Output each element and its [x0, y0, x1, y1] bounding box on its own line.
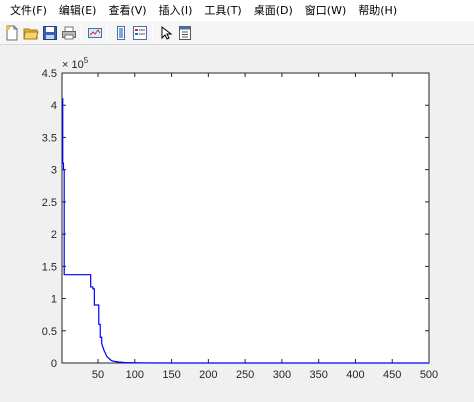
- y-tick-label: 2.5: [42, 197, 57, 209]
- link-plot-icon[interactable]: [111, 23, 130, 42]
- open-folder-icon[interactable]: [21, 23, 40, 42]
- x-tick-label: 400: [346, 369, 364, 381]
- menu-window[interactable]: 窗口(W): [299, 2, 352, 18]
- x-tick-label: 100: [126, 369, 144, 381]
- edit-plot-cursor-icon[interactable]: [156, 23, 175, 42]
- menu-tools[interactable]: 工具(T): [198, 2, 247, 18]
- x-tick-label: 350: [309, 369, 327, 381]
- y-tick-label: 3.5: [42, 132, 57, 144]
- property-inspector-icon[interactable]: [175, 23, 194, 42]
- print-preview-icon[interactable]: [85, 23, 104, 42]
- y-tick-label: 0.5: [42, 326, 57, 338]
- y-tick-label: 0: [51, 358, 57, 370]
- menu-bar: 文件(F) 编辑(E) 查看(V) 插入(I) 工具(T) 桌面(D) 窗口(W…: [0, 0, 474, 20]
- menu-desktop[interactable]: 桌面(D): [248, 2, 299, 18]
- menu-file[interactable]: 文件(F): [4, 2, 53, 18]
- y-tick-label: 4.5: [42, 68, 57, 80]
- new-file-icon[interactable]: [2, 23, 21, 42]
- y-tick-label: 2: [51, 229, 57, 241]
- y-tick-label: 3: [51, 165, 57, 177]
- toolbar-separator: [107, 23, 108, 42]
- y-tick-label: 1.5: [42, 261, 57, 273]
- axes-background: [61, 72, 430, 364]
- x-tick-label: 150: [162, 369, 180, 381]
- y-tick-label: 4: [51, 100, 57, 112]
- menu-edit[interactable]: 编辑(E): [53, 2, 103, 18]
- x-tick-label: 50: [92, 369, 104, 381]
- toolbar-separator: [152, 23, 153, 42]
- insert-colorbar-icon[interactable]: [130, 23, 149, 42]
- line-plot[interactable]: 50 100 150 200 250 300 350 400 450 500 0 0.5 1 1.5 2 2…: [0, 46, 474, 402]
- y-axis-exponent-label: × 105: [62, 56, 89, 71]
- menu-view[interactable]: 查看(V): [102, 2, 152, 18]
- x-tick-label: 200: [199, 369, 217, 381]
- x-tick-label: 250: [236, 369, 254, 381]
- toolbar: [0, 20, 474, 45]
- print-icon[interactable]: [59, 23, 78, 42]
- menu-help[interactable]: 帮助(H): [352, 2, 403, 18]
- save-icon[interactable]: [40, 23, 59, 42]
- menu-insert[interactable]: 插入(I): [153, 2, 199, 18]
- x-tick-label: 300: [273, 369, 291, 381]
- figure-canvas: 50 100 150 200 250 300 350 400 450 500 0 0.5 1 1.5 2 2…: [0, 46, 474, 402]
- toolbar-separator: [81, 23, 82, 42]
- y-tick-label: 1: [51, 294, 57, 306]
- x-tick-label: 450: [383, 369, 401, 381]
- x-tick-label: 500: [420, 369, 438, 381]
